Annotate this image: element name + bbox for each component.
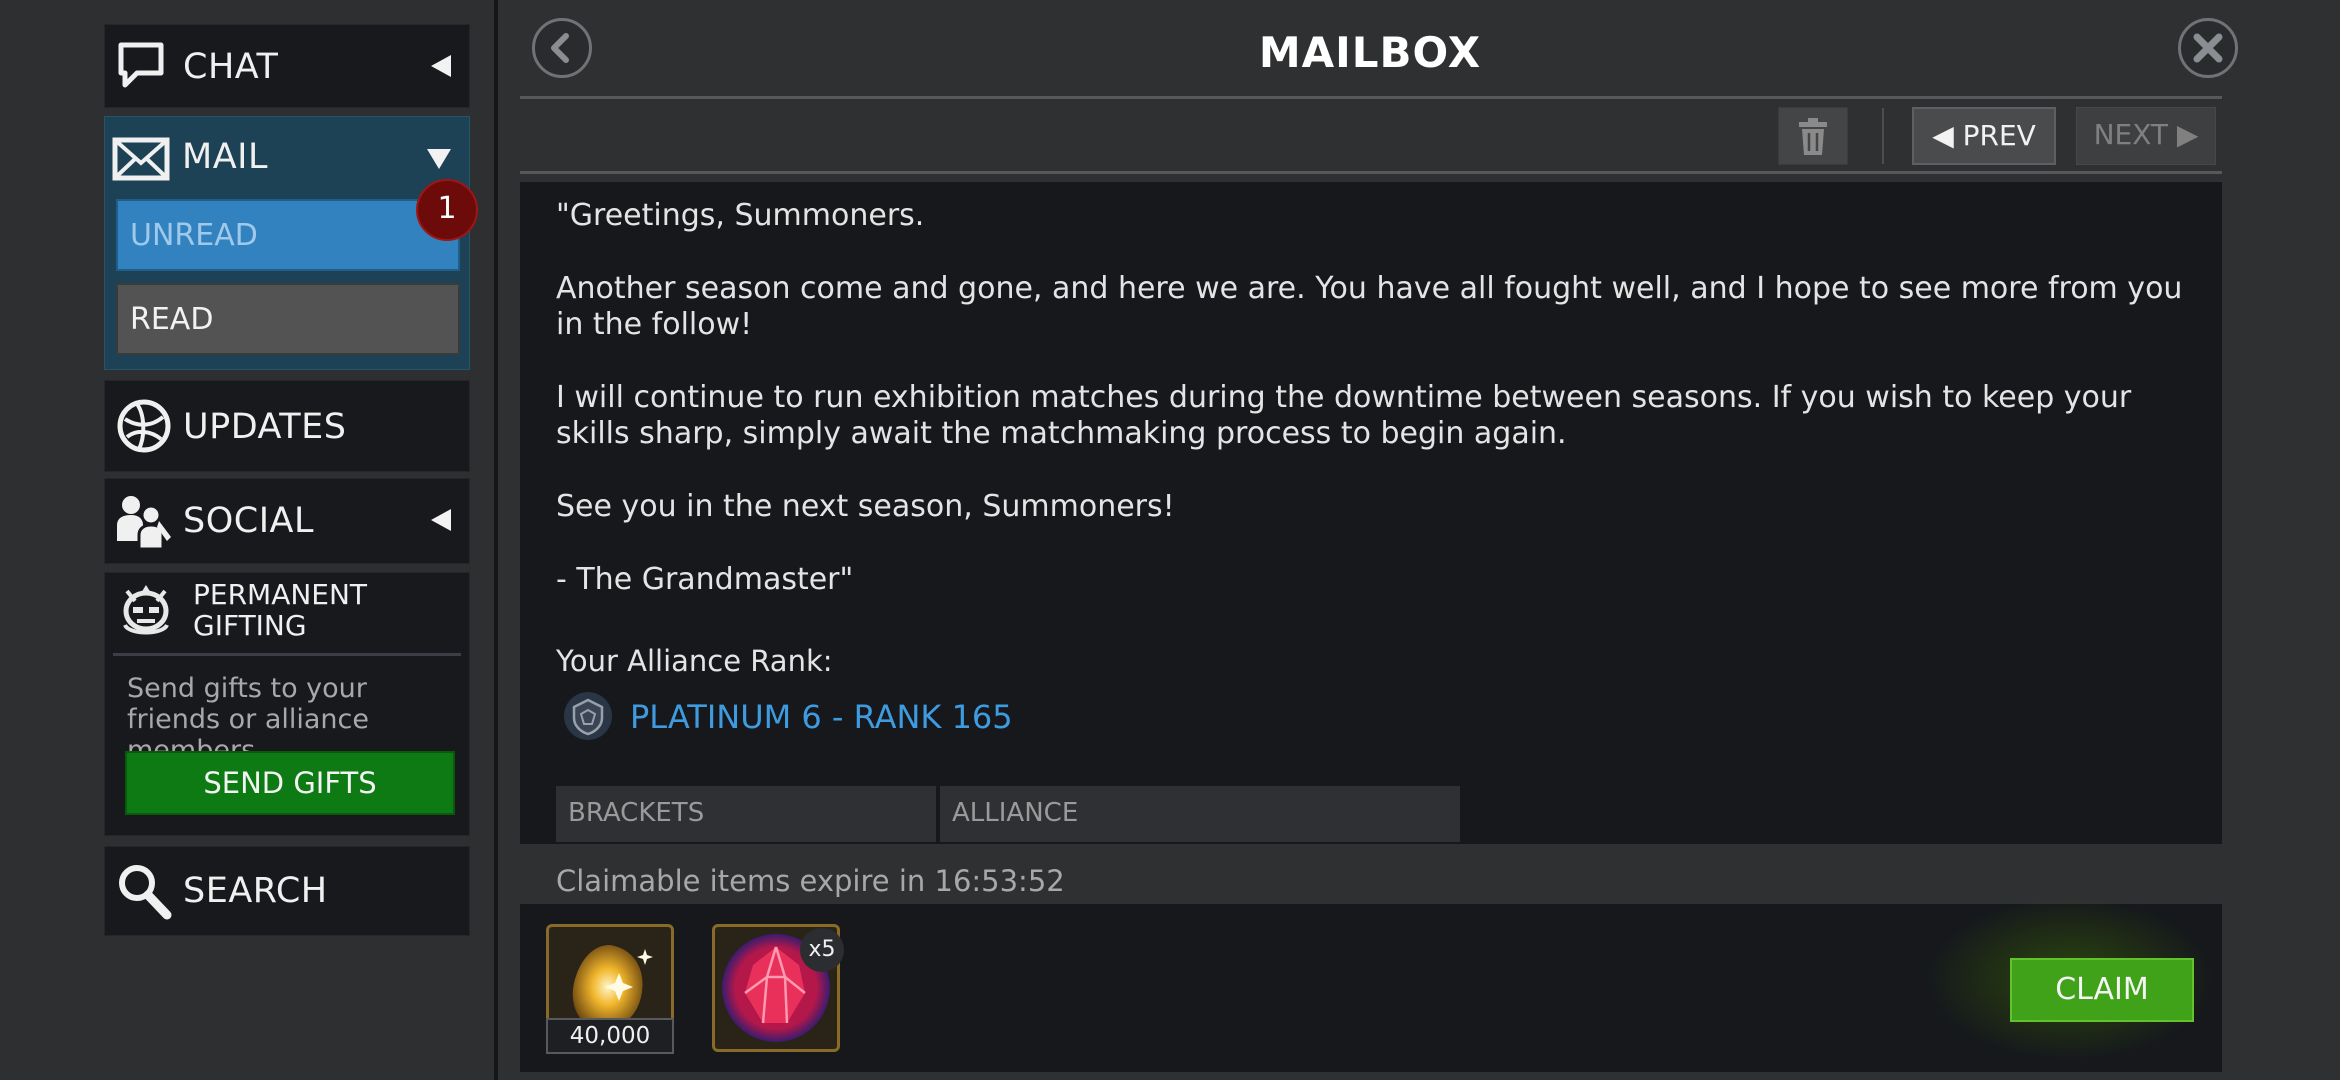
sidebar-item-label: CHAT (183, 47, 279, 87)
chevron-left-icon (431, 509, 451, 531)
delete-button[interactable] (1778, 107, 1848, 165)
sidebar-item-mail[interactable]: MAIL UNREAD 1 READ (104, 116, 478, 370)
message-paragraph: Another season come and gone, and here w… (556, 271, 2183, 342)
gifting-title: PERMANENT GIFTING (193, 578, 368, 642)
header-divider (520, 96, 2222, 99)
sidebar-item-chat[interactable]: CHAT (104, 24, 470, 108)
expire-timer: Claimable items expire in 16:53:52 (556, 864, 1065, 898)
message-paragraph: "Greetings, Summoners. (556, 198, 925, 233)
message-text: "Greetings, Summoners. Another season co… (556, 198, 2196, 635)
claim-button[interactable]: CLAIM (2010, 958, 2194, 1022)
reward-count: 40,000 (546, 1018, 674, 1054)
sidebar-item-label: SOCIAL (183, 501, 314, 541)
read-tab[interactable]: READ (116, 283, 460, 355)
envelope-icon (111, 135, 171, 187)
send-gifts-button[interactable]: SEND GIFTS (125, 751, 455, 815)
unread-count-badge: 1 (416, 179, 478, 241)
globe-icon (115, 397, 173, 459)
unread-tab[interactable]: UNREAD (116, 199, 460, 271)
back-arrow-icon (551, 33, 569, 63)
sidebar-item-search[interactable]: SEARCH (104, 846, 470, 936)
back-button[interactable] (532, 18, 592, 78)
gift-character-icon (117, 581, 175, 643)
search-icon (115, 861, 173, 925)
rewards-bar: 40,000 x5 CLAIM (520, 894, 2222, 1072)
prev-button[interactable]: ◀ PREV (1912, 107, 2056, 165)
permanent-gifting-panel: PERMANENT GIFTING Send gifts to your fri… (104, 572, 470, 836)
toolbar-divider-line (520, 171, 2222, 174)
sidebar-item-label: SEARCH (183, 871, 328, 911)
alliance-shield-icon (562, 690, 614, 746)
divider (113, 653, 461, 656)
reward-multiplier: x5 (800, 928, 844, 972)
rank-label: Your Alliance Rank: (556, 644, 833, 678)
page-title: MAILBOX (1258, 28, 1482, 77)
trash-icon (1799, 118, 1827, 155)
table-header-brackets: BRACKETS (556, 786, 936, 842)
toolbar-divider (1882, 108, 1884, 164)
sidebar-item-updates[interactable]: UPDATES (104, 380, 470, 472)
close-icon (2193, 33, 2223, 63)
people-icon (113, 491, 173, 555)
table-header-alliance: ALLIANCE (940, 786, 1460, 842)
rank-value: PLATINUM 6 - RANK 165 (630, 698, 1013, 736)
message-body: "Greetings, Summoners. Another season co… (520, 182, 2222, 844)
message-paragraph: - The Grandmaster" (556, 562, 854, 597)
sidebar-item-label: MAIL (182, 137, 268, 177)
chevron-down-icon (427, 149, 451, 169)
sidebar-item-social[interactable]: SOCIAL (104, 478, 470, 564)
speech-bubble-icon (115, 39, 167, 95)
message-paragraph: See you in the next season, Summoners! (556, 489, 1175, 524)
chevron-left-icon (431, 55, 451, 77)
close-button[interactable] (2178, 18, 2238, 78)
next-button[interactable]: NEXT ▶ (2076, 107, 2216, 165)
message-paragraph: I will continue to run exhibition matche… (556, 380, 2132, 451)
sidebar-item-label: UPDATES (183, 407, 347, 447)
